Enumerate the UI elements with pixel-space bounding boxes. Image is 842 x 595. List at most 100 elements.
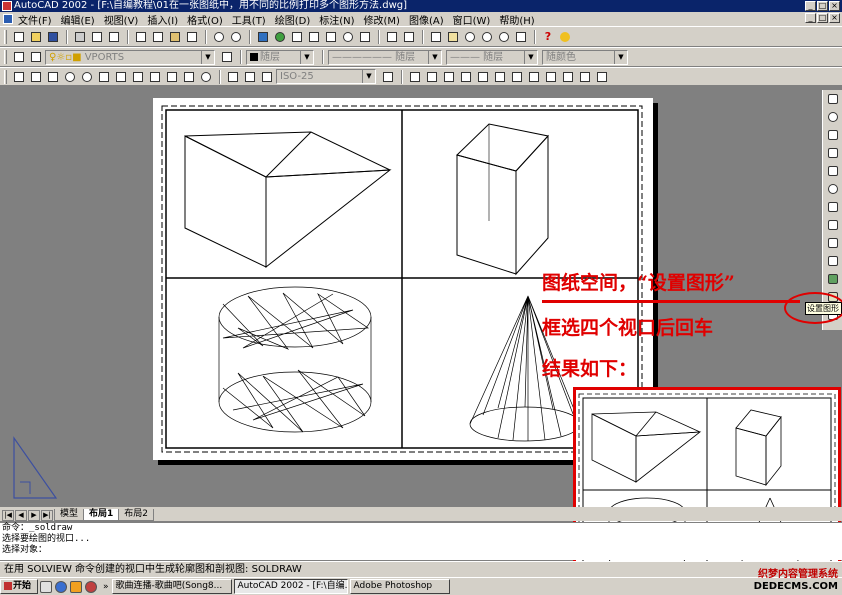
previous-tab-button[interactable]: ◀ (15, 510, 27, 521)
doc-minimize-button[interactable]: _ (805, 13, 816, 23)
torus-icon[interactable] (825, 181, 841, 197)
top-view-icon[interactable] (424, 69, 440, 85)
ne-iso-view-icon[interactable] (560, 69, 576, 85)
nw-iso-view-icon[interactable] (577, 69, 593, 85)
plotstyle-combo[interactable]: 随颜色 ▼ (542, 49, 628, 65)
menu-help[interactable]: 帮助(H) (499, 12, 534, 27)
doc-close-button[interactable]: × (829, 13, 840, 23)
maximize-button[interactable]: □ (817, 1, 828, 11)
ucs-icon[interactable] (323, 29, 339, 45)
linear-dimension-icon[interactable] (11, 69, 27, 85)
undo-icon[interactable] (211, 29, 227, 45)
internet-explorer-icon[interactable] (55, 580, 67, 593)
revolve-icon[interactable] (825, 217, 841, 233)
se-iso-view-icon[interactable] (543, 69, 559, 85)
zoom-window-icon[interactable] (479, 29, 495, 45)
today-icon[interactable] (557, 29, 573, 45)
autocad-app-icon[interactable] (2, 1, 12, 11)
quick-launch-more-icon[interactable]: » (103, 582, 109, 592)
pan-icon[interactable] (445, 29, 461, 45)
show-desktop-icon[interactable] (40, 580, 52, 593)
task-autocad[interactable]: AutoCAD 2002 - [F:\自编... (233, 579, 348, 594)
sphere-icon[interactable] (825, 109, 841, 125)
first-tab-button[interactable]: |◀ (2, 510, 14, 521)
dimension-style-icon[interactable] (380, 69, 396, 85)
zoom-realtime-icon[interactable] (462, 29, 478, 45)
media-player-icon[interactable] (70, 580, 82, 593)
radius-dimension-icon[interactable] (62, 69, 78, 85)
task-song8[interactable]: 歌曲连播-歌曲吧(Song8... (111, 579, 232, 594)
make-current-layer-icon[interactable] (28, 49, 44, 65)
center-mark-icon[interactable] (198, 69, 214, 85)
menu-insert[interactable]: 插入(I) (147, 12, 178, 27)
wedge-icon[interactable] (825, 163, 841, 179)
last-tab-button[interactable]: ▶| (41, 510, 53, 521)
match-properties-icon[interactable] (184, 29, 200, 45)
tolerance-icon[interactable] (181, 69, 197, 85)
print-icon[interactable] (72, 29, 88, 45)
menu-edit[interactable]: 编辑(E) (61, 12, 95, 27)
publish-icon[interactable] (106, 29, 122, 45)
back-view-icon[interactable] (509, 69, 525, 85)
minimize-button[interactable]: _ (805, 1, 816, 11)
redo-icon[interactable] (228, 29, 244, 45)
open-icon[interactable] (28, 29, 44, 45)
baseline-dimension-icon[interactable] (130, 69, 146, 85)
design-center-icon[interactable] (255, 29, 271, 45)
menu-format[interactable]: 格式(O) (187, 12, 223, 27)
menu-window[interactable]: 窗口(W) (453, 12, 491, 27)
interference-icon[interactable] (825, 271, 841, 287)
section-icon[interactable] (825, 253, 841, 269)
dimension-edit-icon[interactable] (225, 69, 241, 85)
start-button[interactable]: 开始 (0, 579, 38, 594)
slice-icon[interactable] (825, 235, 841, 251)
distance-icon[interactable] (384, 29, 400, 45)
help-icon[interactable]: ? (540, 29, 556, 45)
menu-file[interactable]: 文件(F) (18, 12, 52, 27)
task-photoshop[interactable]: Adobe Photoshop (349, 579, 450, 594)
named-views-icon[interactable] (407, 69, 423, 85)
command-window[interactable]: 命令：_soldraw 选择要绘图的视口... 选择对象： (0, 522, 842, 560)
front-view-icon[interactable] (492, 69, 508, 85)
print-preview-icon[interactable] (89, 29, 105, 45)
layer-combo[interactable]: ♀☼▫■ VPORTS ▼ (45, 49, 215, 65)
continue-dimension-icon[interactable] (147, 69, 163, 85)
ucs-origin-icon[interactable] (401, 29, 417, 45)
hyperlink-icon[interactable] (289, 29, 305, 45)
dimension-text-edit-icon[interactable] (242, 69, 258, 85)
aligned-dimension-icon[interactable] (28, 69, 44, 85)
paste-icon[interactable] (167, 29, 183, 45)
new-icon[interactable] (11, 29, 27, 45)
3d-orbit-icon[interactable] (340, 29, 356, 45)
color-combo[interactable]: 随层 ▼ (246, 49, 314, 65)
box-icon[interactable] (825, 91, 841, 107)
dimension-update-icon[interactable] (259, 69, 275, 85)
right-view-icon[interactable] (475, 69, 491, 85)
quick-dimension-icon[interactable] (113, 69, 129, 85)
dimstyle-combo[interactable]: ISO-25 ▼ (276, 69, 376, 84)
internet-icon[interactable] (272, 29, 288, 45)
close-button[interactable]: × (829, 1, 840, 11)
menu-modify[interactable]: 修改(M) (364, 12, 400, 27)
previous-layer-icon[interactable] (219, 49, 235, 65)
menu-image[interactable]: 图像(A) (409, 12, 444, 27)
zoom-previous-icon[interactable] (496, 29, 512, 45)
cylinder-icon[interactable] (825, 127, 841, 143)
properties-icon[interactable] (513, 29, 529, 45)
bottom-view-icon[interactable] (441, 69, 457, 85)
sw-iso-view-icon[interactable] (526, 69, 542, 85)
camera-icon[interactable] (594, 69, 610, 85)
left-view-icon[interactable] (458, 69, 474, 85)
linetype-combo[interactable]: —————— 随层 ▼ (328, 49, 442, 65)
ordinate-dimension-icon[interactable] (45, 69, 61, 85)
doc-restore-button[interactable]: □ (817, 13, 828, 23)
lineweight-combo[interactable]: ——— 随层 ▼ (446, 49, 538, 65)
tab-layout2[interactable]: 布局2 (118, 509, 155, 521)
diameter-dimension-icon[interactable] (79, 69, 95, 85)
copy-icon[interactable] (150, 29, 166, 45)
save-icon[interactable] (45, 29, 61, 45)
named-views-icon[interactable] (357, 29, 373, 45)
leader-icon[interactable] (164, 69, 180, 85)
tab-model[interactable]: 模型 (54, 509, 85, 521)
quick-launch-icon[interactable] (85, 580, 97, 593)
